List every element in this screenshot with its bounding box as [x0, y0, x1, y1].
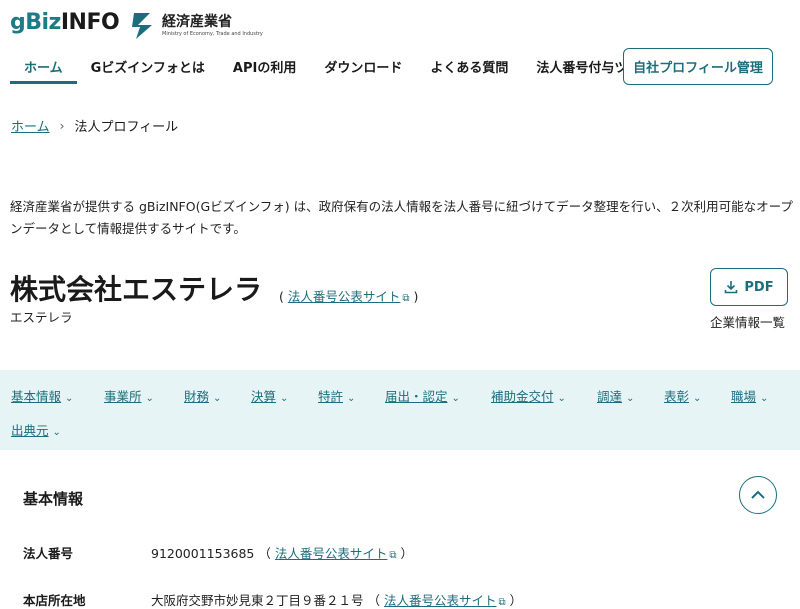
chevron-down-icon: ⌄	[626, 393, 635, 404]
chevron-down-icon: ⌄	[347, 393, 356, 404]
section-title: 基本情報	[23, 490, 84, 508]
download-icon	[725, 281, 738, 294]
main-nav: ホーム Gビズインフォとは APIの利用 ダウンロード よくある質問 法人番号付…	[10, 48, 667, 84]
pdf-caption: 企業情報一覧	[710, 315, 786, 330]
company-name: 株式会社エステレラ	[10, 273, 263, 306]
chevron-up-icon	[751, 490, 765, 499]
meti-logo[interactable]: 経済産業省 Ministry of Economy, Trade and Ind…	[130, 10, 263, 42]
pdf-label: PDF	[744, 279, 774, 295]
external-link-icon: ⧉	[389, 550, 397, 561]
row-value-corporate-number: 9120001153685 （ 法人番号公表サイト ⧉ ）	[151, 546, 414, 561]
logo-g: g	[10, 10, 26, 35]
collapse-section-button[interactable]	[739, 476, 777, 514]
external-link-icon: ⧉	[498, 597, 506, 608]
chevron-down-icon: ⌄	[213, 393, 222, 404]
gbizinfo-logo[interactable]: gBizINFO	[10, 10, 120, 35]
row-label-corporate-number: 法人番号	[23, 546, 74, 561]
logo-biz: Biz	[25, 10, 61, 35]
chevron-down-icon: ⌄	[557, 393, 566, 404]
section-tabs: 基本情報 ⌄ 事業所 ⌄ 財務 ⌄ 決算 ⌄ 特許 ⌄ 届出・認定 ⌄ 補助金交付 ⌄ 調達 ⌄…	[0, 370, 800, 450]
site-header: gBizINFO 経済産業省 Ministry of Economy, Trad…	[0, 0, 800, 100]
nav-download[interactable]: ダウンロード	[310, 48, 416, 84]
tab-subsidy[interactable]: 補助金交付 ⌄	[491, 386, 566, 405]
nav-faq[interactable]: よくある質問	[416, 48, 522, 84]
nav-home[interactable]: ホーム	[10, 48, 77, 84]
tab-notification[interactable]: 届出・認定 ⌄	[385, 386, 460, 405]
number-site-link[interactable]: 法人番号公表サイト ⧉	[288, 289, 410, 304]
meti-name-en: Ministry of Economy, Trade and Industry	[162, 31, 263, 37]
basic-info-section: 基本情報	[0, 450, 800, 600]
company-number-site-link-wrap: ( 法人番号公表サイト ⧉ )	[279, 286, 418, 305]
logo-info: INFO	[60, 10, 120, 35]
number-site-link-row[interactable]: 法人番号公表サイト ⧉	[275, 546, 397, 561]
tab-finance[interactable]: 財務 ⌄	[184, 386, 221, 405]
nav-about[interactable]: Gビズインフォとは	[77, 48, 219, 84]
nav-api[interactable]: APIの利用	[219, 48, 310, 84]
tab-patent[interactable]: 特許 ⌄	[318, 386, 355, 405]
company-kana: エステレラ	[10, 310, 73, 325]
tab-source[interactable]: 出典元 ⌄	[11, 420, 61, 439]
paren-close: )	[413, 289, 419, 304]
tab-settlement[interactable]: 決算 ⌄	[251, 386, 288, 405]
tab-basic-info[interactable]: 基本情報 ⌄	[11, 386, 73, 405]
chevron-down-icon: ⌄	[280, 393, 289, 404]
chevron-down-icon: ⌄	[52, 427, 61, 438]
chevron-down-icon: ⌄	[65, 393, 74, 404]
paren-open: (	[279, 289, 284, 304]
breadcrumb: ホーム › 法人プロフィール	[11, 116, 179, 136]
pdf-download-button[interactable]: PDF	[710, 268, 788, 306]
breadcrumb-separator: ›	[59, 118, 65, 133]
tab-procurement[interactable]: 調達 ⌄	[597, 386, 634, 405]
external-link-icon: ⧉	[402, 293, 410, 304]
site-description: 経済産業省が提供する gBizINFO(Gビズインフォ) は、政府保有の法人情報…	[10, 199, 793, 236]
number-site-link-address[interactable]: 法人番号公表サイト ⧉	[384, 593, 506, 608]
tab-workplace[interactable]: 職場 ⌄	[731, 386, 768, 405]
tab-offices[interactable]: 事業所 ⌄	[104, 386, 154, 405]
meti-mark-icon	[132, 13, 152, 39]
chevron-down-icon: ⌄	[145, 393, 154, 404]
tab-award[interactable]: 表彰 ⌄	[664, 386, 701, 405]
chevron-down-icon: ⌄	[451, 393, 460, 404]
breadcrumb-home[interactable]: ホーム	[11, 116, 50, 135]
breadcrumb-current: 法人プロフィール	[74, 120, 179, 135]
meti-name-ja: 経済産業省	[162, 14, 232, 30]
chevron-down-icon: ⌄	[693, 393, 702, 404]
company-profile-button[interactable]: 自社プロフィール管理	[623, 48, 773, 85]
chevron-down-icon: ⌄	[760, 393, 769, 404]
